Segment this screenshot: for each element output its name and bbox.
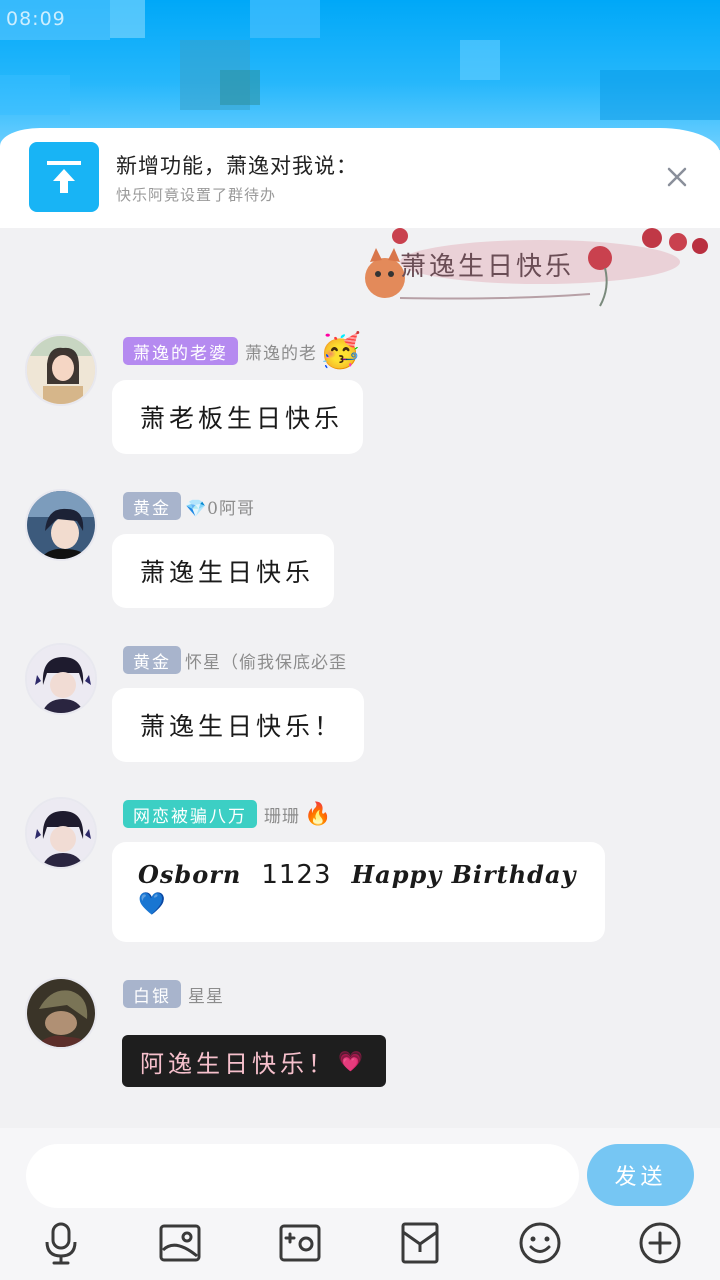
notice-title: 新增功能，萧逸对我说： <box>116 154 358 178</box>
member-title-badge: 白银 <box>123 980 181 1008</box>
avatar[interactable] <box>25 489 97 561</box>
party-face-emoji: 🥳 <box>319 331 362 371</box>
red-packet-icon[interactable] <box>397 1220 443 1266</box>
message-text: 萧逸生日快乐 <box>140 558 315 587</box>
notice-bar[interactable]: 新增功能，萧逸对我说： 快乐阿竟设置了群待办 <box>0 128 720 228</box>
message-text: 萧逸生日快乐！ <box>140 712 344 741</box>
member-title-badge: 黄金 <box>123 492 181 520</box>
member-title-badge: 萧逸的老婆 <box>123 337 238 365</box>
emoji-icon[interactable] <box>517 1220 563 1266</box>
message-bubble[interactable]: Osborn 1123 Happy Birthday 💙 <box>112 842 605 942</box>
image-icon[interactable] <box>157 1220 203 1266</box>
notice-subtitle: 快乐阿竟设置了群待办 <box>116 186 277 204</box>
close-icon[interactable] <box>662 162 692 192</box>
message-text: 阿逸生日快乐！ <box>140 1049 336 1078</box>
avatar[interactable] <box>25 797 97 869</box>
send-button[interactable]: 发送 <box>587 1144 694 1206</box>
input-area: 发送 <box>0 1128 720 1280</box>
avatar[interactable] <box>25 977 97 1049</box>
message-text-number: 1123 <box>261 860 332 890</box>
plus-icon[interactable] <box>637 1220 683 1266</box>
member-title-badge: 黄金 <box>123 646 181 674</box>
microphone-icon[interactable] <box>38 1220 84 1266</box>
sender-nickname[interactable]: 珊珊 <box>264 802 300 827</box>
blue-heart-emoji: 💙 <box>138 892 170 917</box>
fire-emoji: 🔥 <box>304 801 332 827</box>
camera-icon[interactable] <box>277 1220 323 1266</box>
member-title-badge: 网恋被骗八万 <box>123 800 257 828</box>
sender-nickname[interactable]: 星星 <box>188 982 224 1007</box>
avatar[interactable] <box>25 643 97 715</box>
message-bubble[interactable]: 萧逸生日快乐！ <box>112 688 364 762</box>
sender-nickname[interactable]: 💎0阿哥 <box>185 494 255 519</box>
message-bubble[interactable]: 萧逸生日快乐 <box>112 534 334 608</box>
message-input[interactable] <box>26 1144 579 1208</box>
sender-nickname[interactable]: 怀星（偷我保底必歪 <box>185 648 347 673</box>
message-bubble[interactable]: 阿逸生日快乐！ 💗 <box>122 1035 386 1087</box>
message-text: 萧老板生日快乐 <box>140 404 344 433</box>
birthday-banner-sticker: 萧逸生日快乐 <box>360 228 710 314</box>
status-time: 08:09 <box>6 8 66 30</box>
avatar[interactable] <box>25 334 97 406</box>
sender-nickname[interactable]: 萧逸的老 <box>245 339 317 364</box>
banner-text: 萧逸生日快乐 <box>400 252 575 282</box>
pink-heart-emoji: 💗 <box>338 1049 367 1073</box>
message-text-greeting: Happy Birthday <box>351 860 577 889</box>
message-text-name: Osborn <box>138 860 242 889</box>
message-bubble[interactable]: 萧老板生日快乐 <box>112 380 363 454</box>
pin-top-icon <box>29 142 99 212</box>
